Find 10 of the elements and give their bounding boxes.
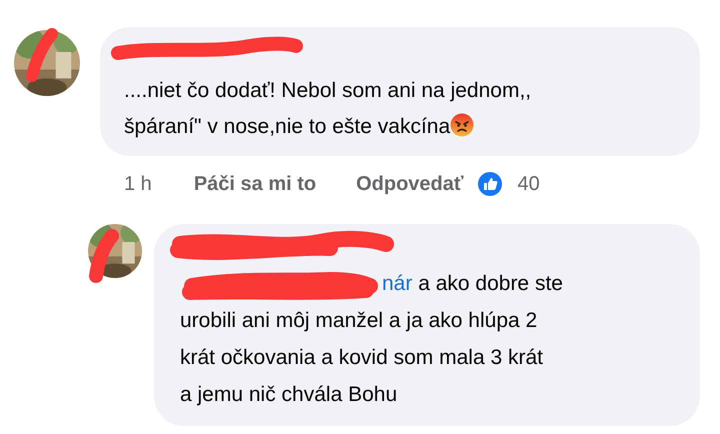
comment-time: 1 h <box>124 172 152 197</box>
reply-text: urobili ani môj manžel a ja ako hlúpa 2 krát očkovania a kovid som mala 3 krát a jemu nič chvála Bohu <box>180 308 543 408</box>
angry-face-icon <box>450 113 474 137</box>
reply-text: a ako dobre ste <box>417 271 563 297</box>
comment-text: ....niet čo dodať! Nebol som ani na jednom,, špáraní" v nose,nie to ešte vakcína <box>124 78 532 140</box>
reaction-count: 40 <box>517 172 540 197</box>
reply-link[interactable]: Odpovedať <box>356 169 464 199</box>
like-link[interactable]: Páči sa mi to <box>194 169 316 199</box>
mention-link[interactable]: nár <box>382 265 412 302</box>
like-icon <box>477 171 504 197</box>
